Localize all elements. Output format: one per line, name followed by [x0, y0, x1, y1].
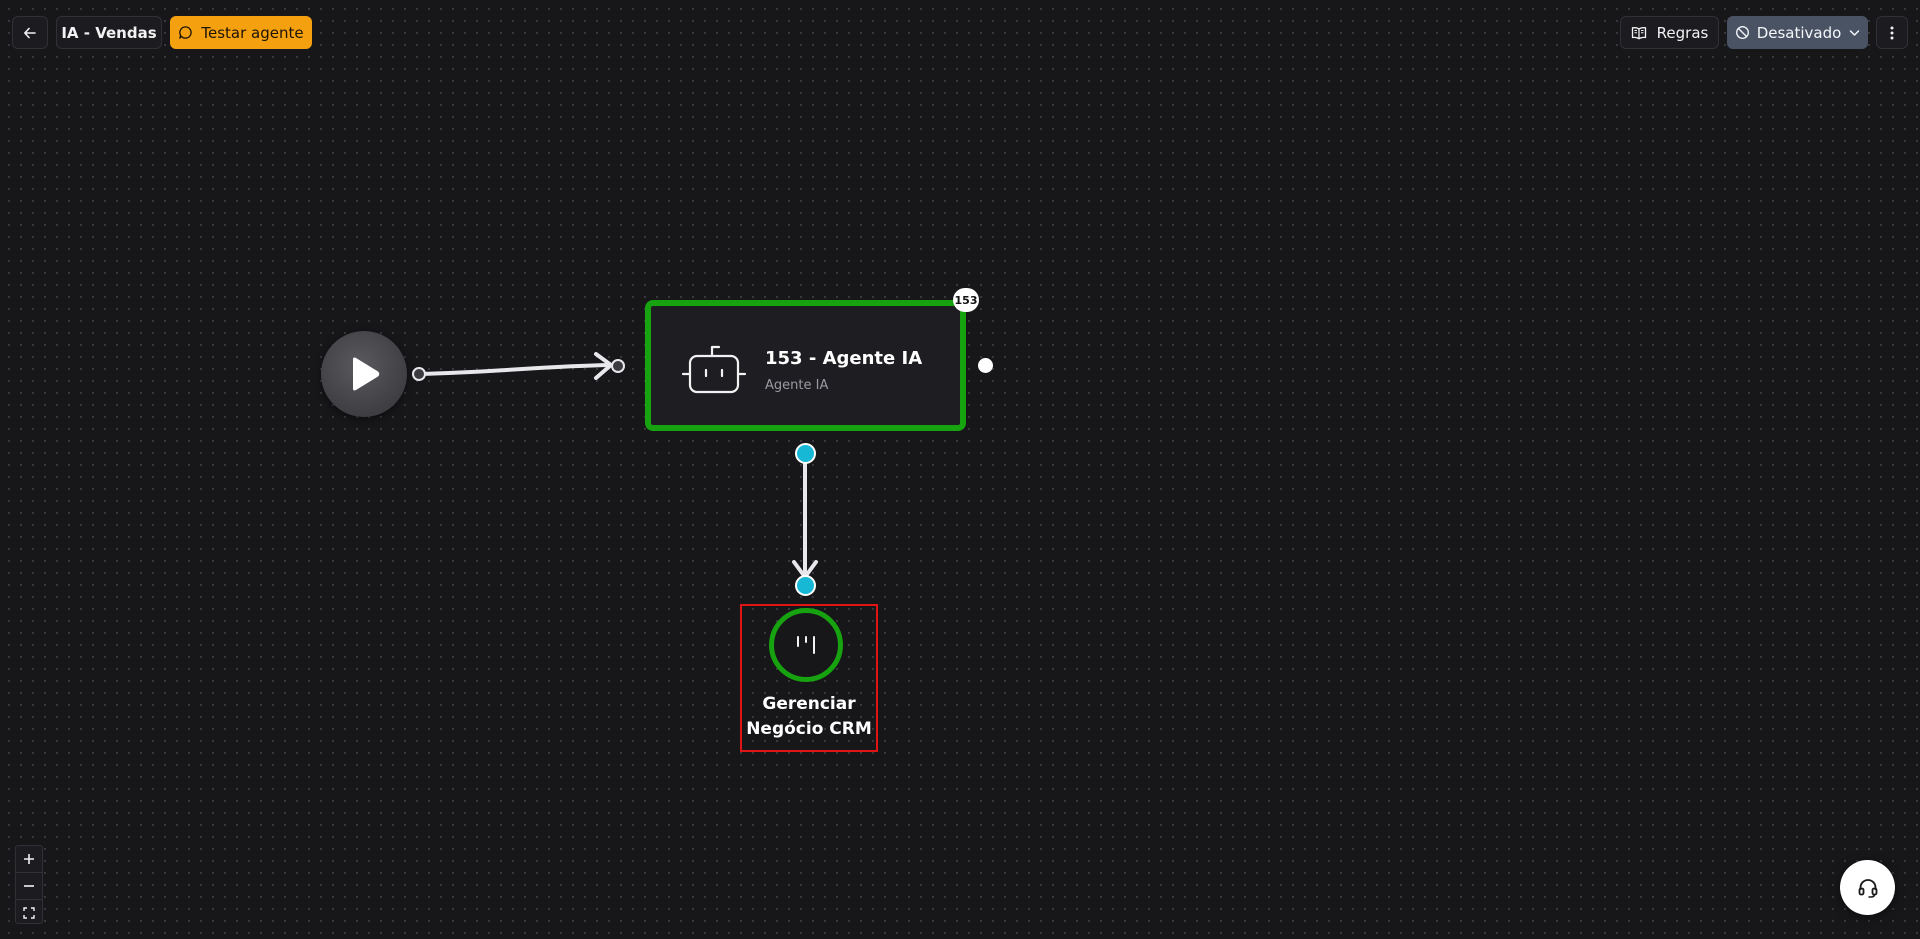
test-agent-label: Testar agente [201, 23, 304, 42]
minus-icon [24, 885, 34, 887]
edge-start-to-agent [417, 363, 613, 376]
chevron-down-icon [1850, 29, 1860, 36]
agent-node[interactable]: 153 - Agente IA Agente IA [645, 300, 966, 431]
back-button[interactable] [12, 16, 48, 49]
robot-icon [681, 345, 747, 394]
plus-icon [24, 854, 34, 864]
status-label: Desativado [1756, 23, 1842, 42]
play-icon [353, 357, 380, 391]
edge-arrowhead-start [594, 352, 613, 380]
agent-node-title: 153 - Agente IA [765, 348, 923, 369]
agent-input-handle[interactable] [611, 359, 625, 373]
fit-view-icon [23, 907, 35, 919]
headset-icon [1858, 878, 1877, 898]
zoom-controls [15, 845, 43, 924]
more-vertical-icon [1890, 26, 1894, 39]
flow-canvas[interactable]: IA - Vendas Testar agente Regras Desativ… [0, 0, 1920, 939]
status-dropdown[interactable]: Desativado [1727, 16, 1868, 49]
agent-output-handle-right[interactable] [978, 358, 993, 373]
agent-output-handle-bottom[interactable] [795, 443, 816, 464]
book-open-icon [1631, 26, 1646, 39]
test-agent-button[interactable]: Testar agente [170, 16, 312, 49]
crm-node-circle [769, 608, 843, 682]
edges-layer [417, 352, 818, 579]
crm-node[interactable]: Gerenciar Negócio CRM [740, 604, 878, 752]
start-output-handle[interactable] [412, 367, 426, 381]
ban-icon [1735, 26, 1749, 39]
flow-title[interactable]: IA - Vendas [56, 16, 162, 49]
zoom-in-button[interactable] [16, 846, 42, 873]
rules-button[interactable]: Regras [1620, 16, 1719, 49]
arrow-left-icon [24, 27, 36, 38]
flow-title-label: IA - Vendas [61, 23, 157, 42]
start-node[interactable] [321, 331, 407, 417]
support-button[interactable] [1840, 860, 1895, 915]
zoom-out-button[interactable] [16, 873, 42, 900]
kanban-icon [797, 636, 815, 654]
crm-input-handle[interactable] [795, 575, 816, 596]
message-circle-icon [179, 26, 193, 39]
more-options-button[interactable] [1876, 16, 1908, 49]
crm-node-label: Gerenciar Negócio CRM [746, 694, 872, 739]
rules-label: Regras [1656, 23, 1709, 42]
fit-view-button[interactable] [16, 900, 42, 926]
agent-id-badge: 153 [953, 288, 979, 312]
agent-node-subtitle: Agente IA [765, 378, 829, 393]
